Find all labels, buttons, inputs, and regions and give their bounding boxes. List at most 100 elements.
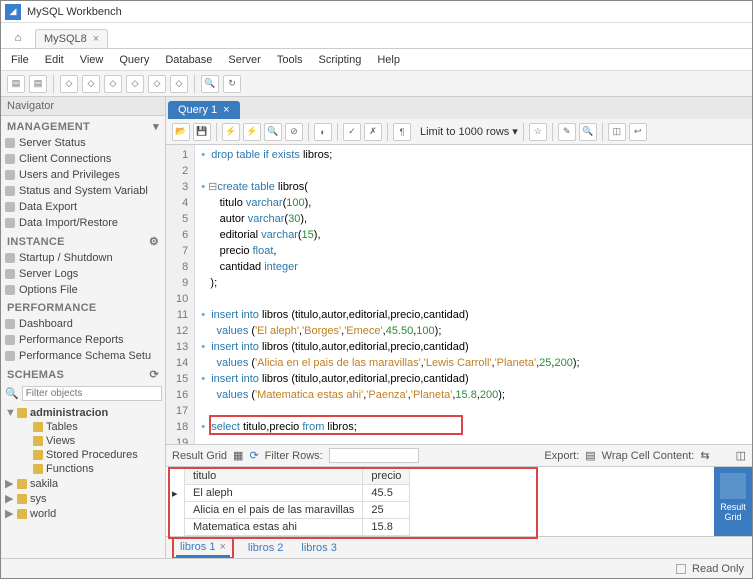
nav-options-file[interactable]: Options File — [1, 282, 165, 298]
result-tab-1[interactable]: libros 1× — [176, 539, 230, 557]
nav-users-privileges[interactable]: Users and Privileges — [1, 167, 165, 183]
result-grid[interactable]: tituloprecio El aleph45.5 Alicia en el p… — [184, 467, 410, 536]
result-side-panel[interactable]: Result Grid — [714, 467, 752, 536]
toggle-invisible-icon[interactable]: ◫ — [608, 123, 626, 141]
chevron-down-icon[interactable]: ▾ — [512, 125, 518, 138]
nav-status-variables[interactable]: Status and System Variabl — [1, 183, 165, 199]
result-tab-3[interactable]: libros 3 — [297, 540, 340, 556]
open-file-icon[interactable]: 📂 — [172, 123, 190, 141]
add-table-icon[interactable]: ◇ — [82, 75, 100, 93]
schema-sakila[interactable]: ▶sakila — [5, 476, 161, 491]
result-grid-icon[interactable] — [720, 473, 746, 499]
menu-edit[interactable]: Edit — [45, 54, 64, 66]
filter-icon[interactable]: ⟳ — [249, 449, 258, 462]
add-view-icon[interactable]: ◇ — [104, 75, 122, 93]
beautify-icon[interactable]: ✎ — [558, 123, 576, 141]
line-gutter: 1234567891011121314151617181920212223 — [166, 145, 195, 444]
add-routine-icon[interactable]: ◇ — [126, 75, 144, 93]
query-tab-label: Query 1 — [178, 104, 217, 116]
query-tab[interactable]: Query 1 × — [168, 101, 240, 119]
execute-current-icon[interactable]: ⚡ — [243, 123, 261, 141]
filter-rows-label: Filter Rows: — [265, 450, 323, 462]
schema-sys[interactable]: ▶sys — [5, 491, 161, 506]
search-icon[interactable]: 🔍 — [201, 75, 219, 93]
add-function-icon[interactable]: ◇ — [148, 75, 166, 93]
new-sql-tab-icon[interactable]: ▤ — [7, 75, 25, 93]
wrap-label: Wrap Cell Content: — [602, 450, 695, 462]
execute-icon[interactable]: ⚡ — [222, 123, 240, 141]
menu-help[interactable]: Help — [377, 54, 400, 66]
close-icon[interactable]: × — [93, 33, 99, 45]
result-tab-highlight: libros 1× — [172, 537, 234, 559]
stop-icon[interactable]: ⊘ — [285, 123, 303, 141]
sql-editor[interactable]: 1234567891011121314151617181920212223 • … — [166, 145, 752, 444]
col-titulo[interactable]: titulo — [185, 468, 363, 485]
results-toolbar: Result Grid ▦ ⟳ Filter Rows: Export: ▤ W… — [166, 445, 752, 467]
menu-query[interactable]: Query — [119, 54, 149, 66]
results-panel: Result Grid ▦ ⟳ Filter Rows: Export: ▤ W… — [166, 444, 752, 558]
menu-server[interactable]: Server — [228, 54, 260, 66]
menu-file[interactable]: File — [11, 54, 29, 66]
close-icon[interactable]: × — [219, 541, 225, 553]
row-limit[interactable]: Limit to 1000 rows ▾ — [420, 125, 518, 138]
schema-world[interactable]: ▶world — [5, 506, 161, 521]
open-sql-icon[interactable]: ▤ — [29, 75, 47, 93]
add-schema-icon[interactable]: ◇ — [60, 75, 78, 93]
main-toolbar: ▤ ▤ ◇ ◇ ◇ ◇ ◇ ◇ 🔍 ↻ — [1, 71, 752, 97]
schema-functions[interactable]: Functions — [5, 462, 161, 476]
table-row: El aleph45.5 — [185, 485, 410, 502]
schema-views[interactable]: Views — [5, 434, 161, 448]
menu-database[interactable]: Database — [165, 54, 212, 66]
col-precio[interactable]: precio — [363, 468, 410, 485]
nav-data-export[interactable]: Data Export — [1, 199, 165, 215]
statusbar: Read Only — [1, 558, 752, 578]
schemas-section: SCHEMAS⟳ — [1, 364, 165, 383]
code-area[interactable]: • drop table if exists libros; • ⊟create… — [195, 145, 585, 444]
filter-rows-input[interactable] — [329, 448, 419, 463]
nav-dashboard[interactable]: Dashboard — [1, 316, 165, 332]
schema-administracion[interactable]: ▼administracion — [5, 406, 161, 420]
nav-client-connections[interactable]: Client Connections — [1, 151, 165, 167]
menu-view[interactable]: View — [80, 54, 104, 66]
menubar: File Edit View Query Database Server Too… — [1, 49, 752, 71]
gear-icon[interactable]: ⚙ — [149, 235, 159, 248]
schema-stored-procedures[interactable]: Stored Procedures — [5, 448, 161, 462]
menu-tools[interactable]: Tools — [277, 54, 303, 66]
result-tab-2[interactable]: libros 2 — [244, 540, 287, 556]
row-limit-label: Limit to 1000 rows — [420, 126, 509, 138]
explain-icon[interactable]: 🔍 — [264, 123, 282, 141]
schemas-filter-input[interactable] — [22, 386, 162, 401]
nav-startup-shutdown[interactable]: Startup / Shutdown — [1, 250, 165, 266]
refresh-icon[interactable]: ⟳ — [149, 368, 159, 381]
reconnect-icon[interactable]: ↻ — [223, 75, 241, 93]
connection-tab[interactable]: MySQL8 × — [35, 29, 108, 48]
nav-data-import[interactable]: Data Import/Restore — [1, 215, 165, 231]
toggle-whitespace-icon[interactable]: ¶ — [393, 123, 411, 141]
navigator-panel: Navigator MANAGEMENT▾ Server Status Clie… — [1, 97, 166, 558]
save-icon[interactable]: 💾 — [193, 123, 211, 141]
management-section: MANAGEMENT▾ — [1, 116, 165, 135]
navigator-header: Navigator — [1, 97, 165, 116]
toggle-autocommit-icon[interactable]: ◐ — [314, 123, 332, 141]
wrap-icon[interactable]: ↩ — [629, 123, 647, 141]
nav-server-logs[interactable]: Server Logs — [1, 266, 165, 282]
export-icon[interactable]: ▤ — [585, 449, 595, 462]
menu-scripting[interactable]: Scripting — [319, 54, 362, 66]
find-icon[interactable]: 🔍 — [579, 123, 597, 141]
rollback-icon[interactable]: ✗ — [364, 123, 382, 141]
search-icon: 🔍 — [5, 387, 19, 400]
expand-icon[interactable]: ▾ — [153, 120, 159, 133]
home-button[interactable]: ⌂ — [7, 28, 29, 48]
add-trigger-icon[interactable]: ◇ — [170, 75, 188, 93]
row-pointer-icon: ▸ — [172, 487, 178, 500]
nav-perf-reports[interactable]: Performance Reports — [1, 332, 165, 348]
schema-tables[interactable]: Tables — [5, 420, 161, 434]
nav-perf-schema[interactable]: Performance Schema Setu — [1, 348, 165, 364]
star-icon[interactable]: ☆ — [529, 123, 547, 141]
table-row: Matematica estas ahi15.8 — [185, 519, 410, 536]
close-icon[interactable]: × — [223, 104, 229, 116]
wrap-toggle-icon[interactable]: ⇆ — [700, 449, 709, 462]
nav-server-status[interactable]: Server Status — [1, 135, 165, 151]
panel-toggle-icon[interactable]: ◫ — [736, 449, 746, 462]
commit-icon[interactable]: ✓ — [343, 123, 361, 141]
